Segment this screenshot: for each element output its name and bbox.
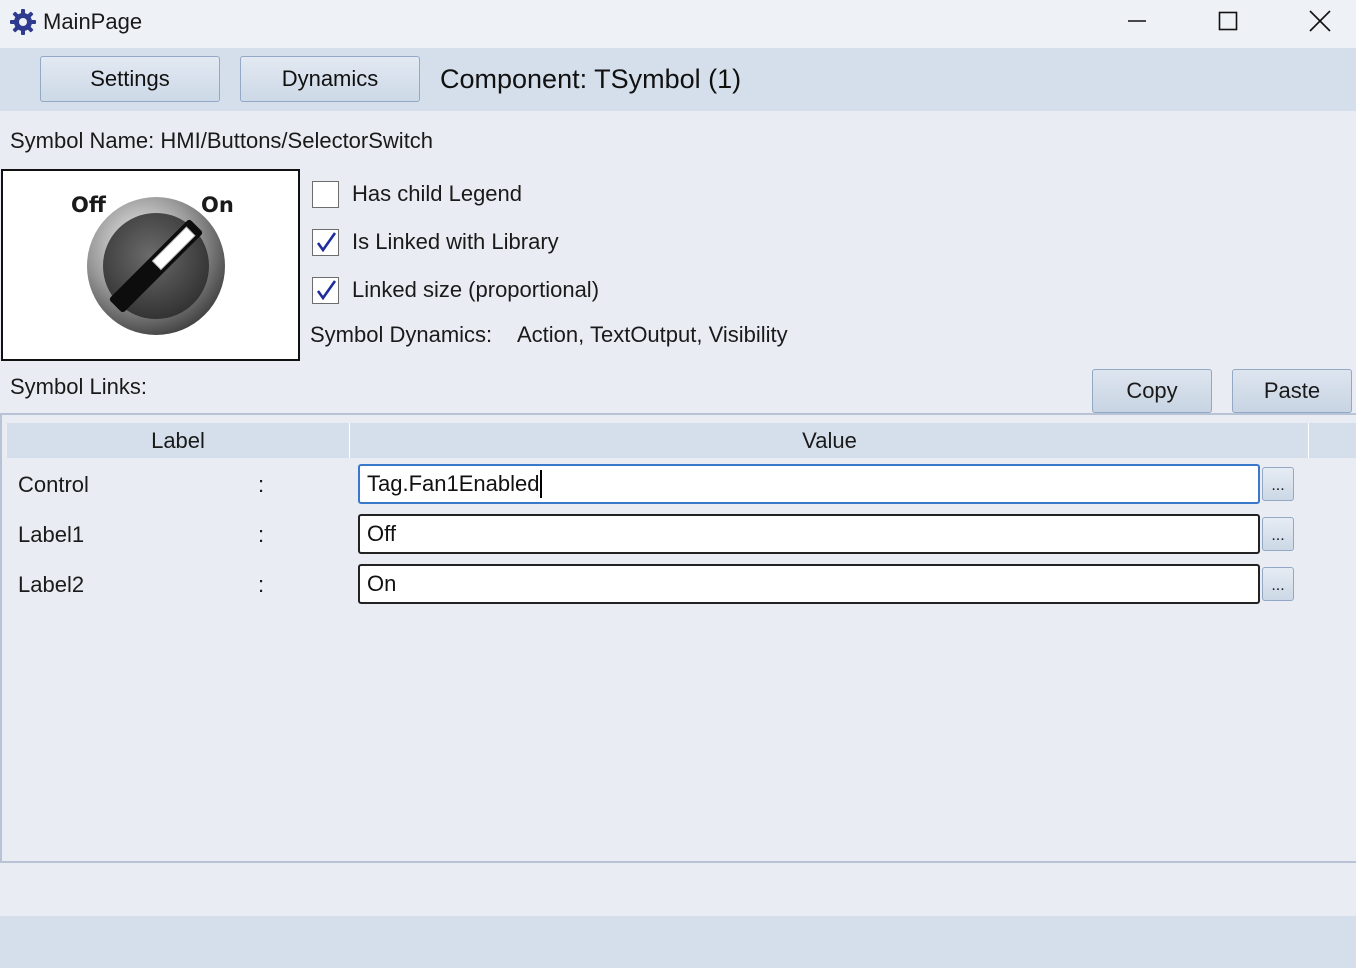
toolbar: Settings Dynamics Component: TSymbol (1) — [0, 48, 1356, 111]
table-row: Control : Tag.Fan1Enabled ... — [2, 464, 1356, 506]
checkbox-checked[interactable] — [312, 228, 339, 256]
maximize-icon — [1218, 11, 1238, 31]
symbol-name: Symbol Name: HMI/Buttons/SelectorSwitch — [10, 128, 434, 153]
row-separator: : — [258, 472, 265, 497]
checkmark-icon — [316, 280, 336, 301]
preview-on-label: On — [201, 193, 234, 217]
checkmark-icon — [316, 232, 336, 253]
copy-button[interactable]: Copy — [1092, 369, 1212, 413]
row-label: Control — [18, 472, 89, 497]
label1-browse-button[interactable]: ... — [1262, 517, 1294, 551]
gear-icon — [9, 8, 37, 36]
row-separator: : — [258, 572, 265, 597]
row-label: Label1 — [18, 522, 85, 547]
column-header-value[interactable]: Value — [351, 423, 1309, 458]
minimize-button[interactable] — [1091, 0, 1183, 42]
symbol-dynamics-label: Symbol Dynamics: — [310, 322, 493, 347]
checkbox-unchecked[interactable] — [312, 180, 339, 208]
close-button[interactable] — [1274, 0, 1356, 42]
linked-size-checkbox[interactable]: Linked size (proportional) — [312, 275, 599, 305]
main-window: MainPage Settings Dynamics Component: TS… — [0, 0, 1356, 968]
grid-header: Label Value — [7, 423, 1356, 458]
settings-button[interactable]: Settings — [40, 56, 220, 102]
control-value-text: Tag.Fan1Enabled — [367, 471, 540, 496]
control-browse-button[interactable]: ... — [1262, 467, 1294, 501]
maximize-button[interactable] — [1182, 0, 1274, 42]
symbol-links-label: Symbol Links: — [10, 374, 147, 399]
table-row: Label1 : Off ... — [2, 514, 1356, 556]
minimize-icon — [1128, 20, 1146, 22]
footer-bar — [0, 916, 1356, 968]
symbol-preview: Off On — [1, 169, 300, 361]
linked-size-label: Linked size (proportional) — [352, 277, 600, 302]
table-row: Label2 : On ... — [2, 564, 1356, 606]
label2-value-text: On — [367, 571, 397, 596]
symbol-links-grid: Label Value Control : Tag.Fan1Enabled ..… — [0, 413, 1356, 863]
column-header-label[interactable]: Label — [7, 423, 350, 458]
window-title: MainPage — [43, 9, 143, 34]
label2-browse-button[interactable]: ... — [1262, 567, 1294, 601]
dynamics-button[interactable]: Dynamics — [240, 56, 420, 102]
label2-value-input[interactable]: On — [358, 564, 1260, 604]
checkbox-checked[interactable] — [312, 276, 339, 304]
close-icon — [1309, 10, 1331, 32]
paste-button[interactable]: Paste — [1232, 369, 1352, 413]
has-child-legend-checkbox[interactable]: Has child Legend — [312, 179, 522, 209]
component-title: Component: TSymbol (1) — [440, 64, 742, 94]
title-bar[interactable]: MainPage — [0, 0, 1356, 48]
control-value-input[interactable]: Tag.Fan1Enabled — [358, 464, 1260, 504]
row-label: Label2 — [18, 572, 85, 597]
linked-with-library-label: Is Linked with Library — [352, 229, 559, 254]
has-child-legend-label: Has child Legend — [352, 181, 523, 206]
label1-value-input[interactable]: Off — [358, 514, 1260, 554]
linked-with-library-checkbox[interactable]: Is Linked with Library — [312, 227, 559, 257]
row-separator: : — [258, 522, 265, 547]
label1-value-text: Off — [367, 521, 396, 546]
preview-off-label: Off — [71, 193, 106, 217]
text-caret — [540, 470, 543, 498]
symbol-dynamics-value: Action, TextOutput, Visibility — [517, 322, 788, 347]
